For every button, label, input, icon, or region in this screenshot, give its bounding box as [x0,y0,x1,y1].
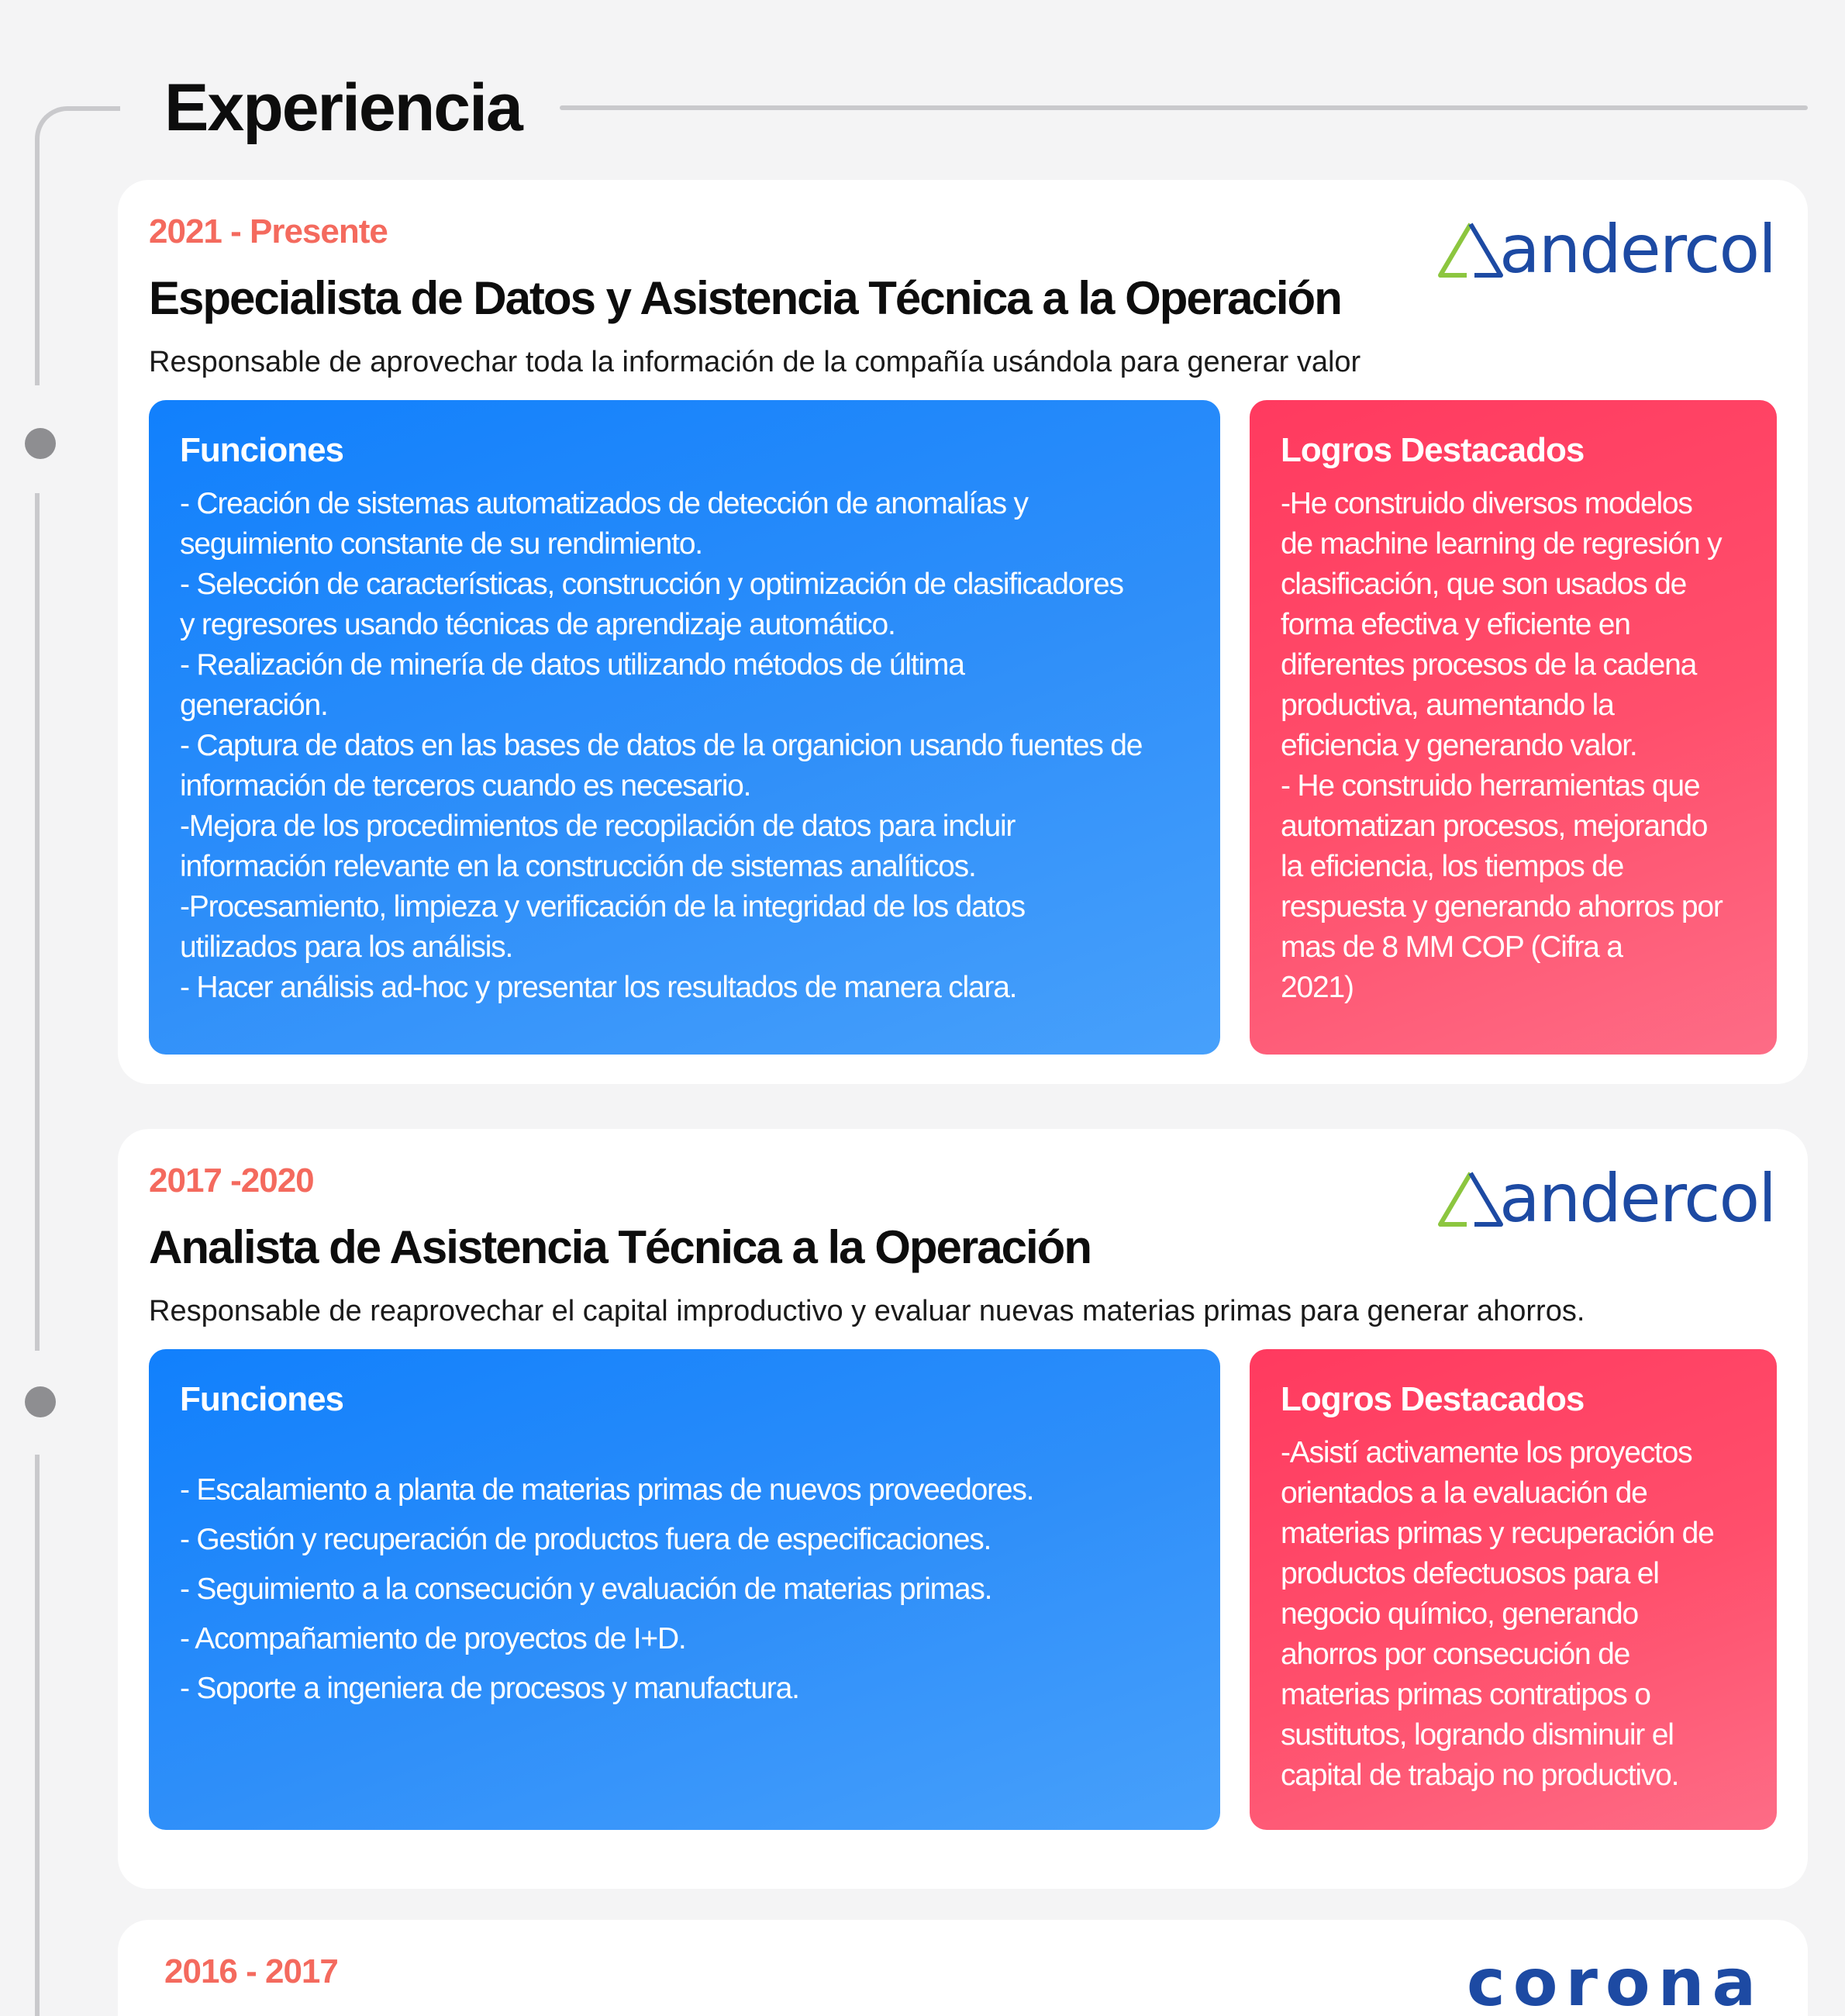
andercol-logo: andercol [1436,211,1777,288]
job-card: 2021 - Presente andercol Especialista de… [118,180,1808,1084]
timeline-dot [25,1386,56,1417]
job-description: Responsable de reaprovechar el capital i… [149,1295,1585,1327]
job-description: Responsable de aprovechar toda la inform… [149,346,1361,378]
achievements-title: Logros Destacados [1281,431,1585,469]
job-period: 2016 - 2017 [164,1952,339,1990]
achievements-box: Logros Destacados -He construido diverso… [1250,400,1777,1055]
andercol-logo-text: andercol [1499,1160,1777,1238]
job-title: Especialista de Datos y Asistencia Técni… [149,272,1343,324]
corona-logo: corona [1467,1945,1764,2016]
andercol-logo-text: andercol [1499,211,1777,288]
function-item: - Soporte a ingeniera de procesos y manu… [180,1672,800,1705]
function-item: - Gestión y recuperación de productos fu… [180,1523,991,1556]
section-title: Experiencia [164,71,523,145]
timeline-dot [25,428,56,459]
functions-box: Funciones - Creación de sistemas automat… [149,400,1220,1055]
job-card: 2016 - 2017 corona [118,1920,1808,2016]
functions-text: - Creación de sistemas automatizados de … [180,487,1143,1004]
heading-divider [560,105,1808,110]
functions-box: Funciones - Escalamiento a planta de mat… [149,1349,1220,1830]
function-item: - Acompañamiento de proyectos de I+D. [180,1622,687,1655]
functions-title: Funciones [180,1380,344,1418]
andercol-triangle-icon [1438,1172,1503,1227]
function-item: - Seguimiento a la consecución y evaluac… [180,1572,993,1606]
achievements-title: Logros Destacados [1281,1380,1585,1418]
job-title: Analista de Asistencia Técnica a la Oper… [149,1221,1092,1273]
functions-title: Funciones [180,431,344,469]
timeline-corner [35,106,120,385]
job-card: 2017 -2020 andercol Analista de Asistenc… [118,1129,1808,1889]
achievements-box: Logros Destacados -Asistí activamente lo… [1250,1349,1777,1830]
timeline-line [35,1455,40,2016]
andercol-logo: andercol [1436,1160,1777,1238]
function-item: - Escalamiento a planta de materias prim… [180,1473,1034,1507]
andercol-triangle-icon [1438,223,1503,278]
timeline-line [35,493,40,1351]
achievements-text: -Asistí activamente los proyectos orient… [1281,1436,1715,1792]
job-period: 2021 - Presente [149,212,388,250]
job-period: 2017 -2020 [149,1162,315,1200]
achievements-text: -He construido diversos modelos de machi… [1281,487,1723,1004]
